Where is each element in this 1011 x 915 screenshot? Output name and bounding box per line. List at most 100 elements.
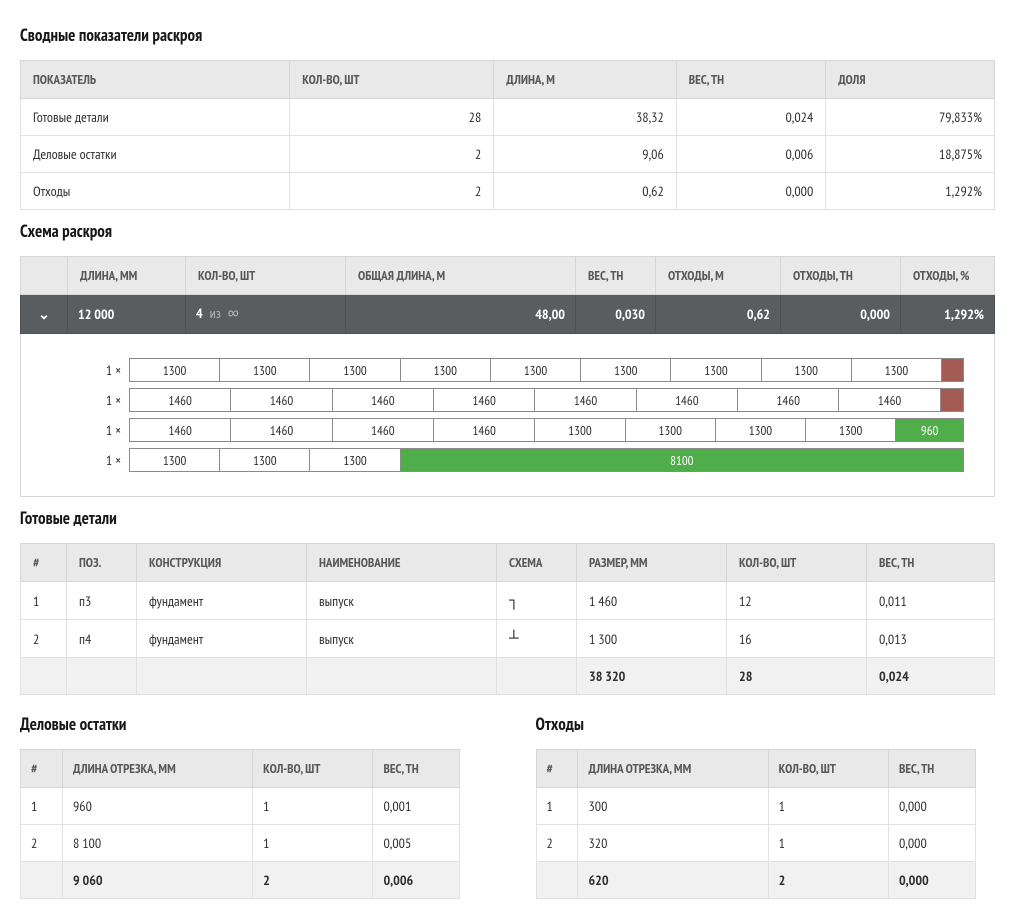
cell: 1: [768, 825, 888, 862]
cell: [307, 658, 497, 695]
column-header: ВЕС, ТН: [373, 750, 460, 788]
scheme-group-row[interactable]: ⌄12 0004 из ∞48,000,0300,620,0001,292%: [21, 295, 995, 334]
cell: ┴: [497, 620, 577, 658]
column-header: #: [21, 544, 67, 582]
cell: 0,024: [867, 658, 995, 695]
column-header: ДОЛЯ: [826, 61, 995, 99]
bar-segment: 1300: [310, 359, 400, 381]
total-row: 38 320280,024: [21, 658, 995, 695]
column-header: КОНСТРУКЦИЯ: [137, 544, 307, 582]
cell: 2: [253, 862, 373, 899]
bar-segment: 1300: [491, 359, 581, 381]
cell: [21, 658, 67, 695]
column-header: СХЕМА: [497, 544, 577, 582]
cut-bar-row: 1 ×130013001300130013001300130013001300: [81, 358, 964, 382]
bar-segment: 1300: [401, 359, 491, 381]
bar-segment: [941, 389, 963, 411]
cell: 1 300: [577, 620, 727, 658]
cell: 1: [536, 788, 578, 825]
column-header: #: [536, 750, 578, 788]
cell: фундамент: [137, 620, 307, 658]
bar-track: 130013001300130013001300130013001300: [129, 358, 964, 382]
table-row: 1п3фундаментвыпуск┐1 460120,011: [21, 582, 995, 620]
bar-segment: 1460: [130, 389, 231, 411]
bar-track: 14601460146014601460146014601460: [129, 388, 964, 412]
bar-multiplier: 1 ×: [81, 451, 129, 469]
bar-segment: 1460: [738, 389, 839, 411]
cell: [67, 658, 137, 695]
table-row: 196010,001: [21, 788, 460, 825]
column-header: ОТХОДЫ, ТН: [781, 257, 901, 295]
cell: 1: [768, 788, 888, 825]
remnants-table: #ДЛИНА ОТРЕЗКА, ММКОЛ-ВО, ШТВЕС, ТН 1960…: [20, 749, 460, 899]
scheme-table: ДЛИНА, ММКОЛ-ВО, ШТОБЩАЯ ДЛИНА, МВЕС, ТН…: [20, 256, 995, 334]
chevron-down-icon[interactable]: ⌄: [31, 305, 57, 323]
cell: 38,32: [494, 99, 677, 136]
cell: 18,875%: [826, 136, 995, 173]
cell: 0,000: [676, 173, 826, 210]
column-header: ДЛИНА, ММ: [68, 257, 186, 295]
bar-multiplier: 1 ×: [81, 391, 129, 409]
cell: 960: [62, 788, 252, 825]
bar-segment: 1460: [231, 419, 332, 441]
cell: 0,011: [867, 582, 995, 620]
cut-bar-row: 1 ×14601460146014601300130013001300960: [81, 418, 964, 442]
cell: 0,000: [888, 788, 975, 825]
column-header: ОБЩАЯ ДЛИНА, М: [346, 257, 576, 295]
summary-table: ПОКАЗАТЕЛЬКОЛ-ВО, ШТДЛИНА, МВЕС, ТНДОЛЯ …: [20, 60, 995, 210]
parts-table: #ПОЗ.КОНСТРУКЦИЯНАИМЕНОВАНИЕСХЕМАРАЗМЕР,…: [20, 543, 995, 695]
cell: Деловые остатки: [21, 136, 290, 173]
cell: 28: [290, 99, 494, 136]
column-header: КОЛ-ВО, ШТ: [186, 257, 346, 295]
column-header: [21, 257, 68, 295]
bar-segment: 1460: [637, 389, 738, 411]
column-header: ВЕС, ТН: [867, 544, 995, 582]
cell: 0,006: [676, 136, 826, 173]
cell: 620: [578, 862, 768, 899]
cell: выпуск: [307, 620, 497, 658]
bar-segment: 1300: [716, 419, 806, 441]
cell: 0,000: [888, 825, 975, 862]
part-shape-icon: ┴: [509, 630, 517, 648]
bar-segment: 1300: [581, 359, 671, 381]
cell: 320: [578, 825, 768, 862]
bar-segment: 8100: [401, 449, 963, 471]
remnants-title: Деловые остатки: [20, 713, 476, 735]
cell: 0,005: [373, 825, 460, 862]
table-row: Деловые остатки29,060,00618,875%: [21, 136, 995, 173]
bar-track: 14601460146014601300130013001300960: [129, 418, 964, 442]
column-header: ПОЗ.: [67, 544, 137, 582]
cell: 2: [290, 173, 494, 210]
cell: 0,001: [373, 788, 460, 825]
cell: Готовые детали: [21, 99, 290, 136]
cell: 0,013: [867, 620, 995, 658]
column-header: НАИМЕНОВАНИЕ: [307, 544, 497, 582]
total-row: 9 06020,006: [21, 862, 460, 899]
column-header: ВЕС, ТН: [676, 61, 826, 99]
part-shape-icon: ┐: [509, 592, 517, 610]
cell: 79,833%: [826, 99, 995, 136]
cell: п3: [67, 582, 137, 620]
total-row: 62020,000: [536, 862, 975, 899]
cell: выпуск: [307, 582, 497, 620]
bar-segment: 1460: [333, 419, 434, 441]
column-header: РАЗМЕР, ММ: [577, 544, 727, 582]
bar-segment: 1300: [806, 419, 896, 441]
bar-segment: 1460: [434, 389, 535, 411]
waste-table: #ДЛИНА ОТРЕЗКА, ММКОЛ-ВО, ШТВЕС, ТН 1300…: [536, 749, 976, 899]
cell: 1: [253, 788, 373, 825]
cell: [21, 862, 63, 899]
cell: 16: [727, 620, 867, 658]
cell: 0,000: [888, 862, 975, 899]
cell: 2: [536, 825, 578, 862]
cell: 38 320: [577, 658, 727, 695]
cell: 0,62: [494, 173, 677, 210]
column-header: ДЛИНА ОТРЕЗКА, ММ: [62, 750, 252, 788]
cell: 1: [21, 582, 67, 620]
cell: [536, 862, 578, 899]
table-row: 130010,000: [536, 788, 975, 825]
cell: ┐: [497, 582, 577, 620]
cell: 2: [290, 136, 494, 173]
table-row: 2п4фундаментвыпуск┴1 300160,013: [21, 620, 995, 658]
cell: 2: [21, 620, 67, 658]
